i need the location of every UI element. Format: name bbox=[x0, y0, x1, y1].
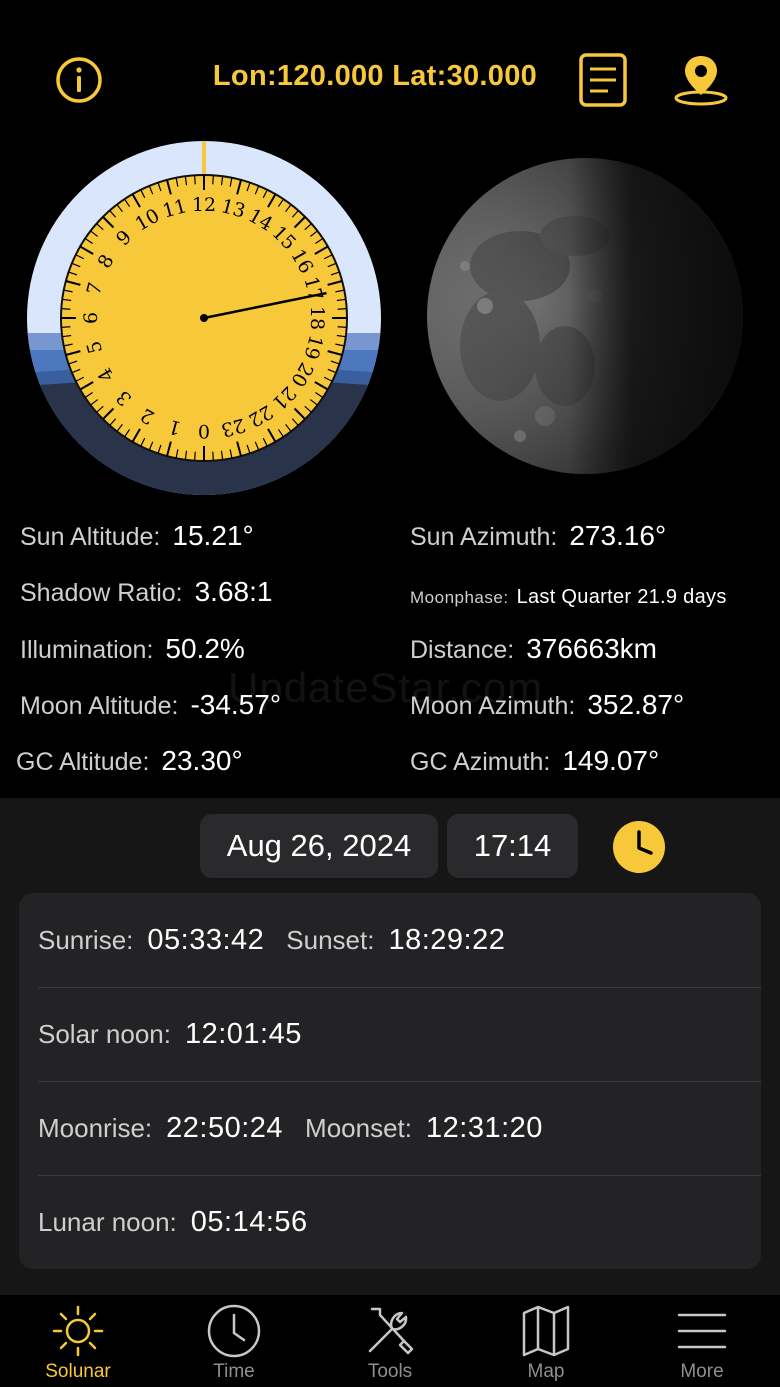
lunar-noon-label: Lunar noon: bbox=[38, 1206, 177, 1237]
dial-tick bbox=[61, 326, 71, 328]
moon-azimuth-value: 352.87° bbox=[587, 689, 685, 720]
dial-hour-label: 18 bbox=[306, 306, 328, 330]
sun-altitude-value: 15.21° bbox=[172, 520, 254, 551]
gc-azimuth-row: GC Azimuth: 149.07° bbox=[410, 745, 659, 777]
sun-altitude-row: Sun Altitude: 15.21° bbox=[20, 520, 254, 552]
tab-tools-label: Tools bbox=[367, 1361, 413, 1382]
moon-image bbox=[425, 156, 745, 476]
tab-solunar-label: Solunar bbox=[45, 1361, 111, 1382]
sunset-label: Sunset: bbox=[286, 924, 375, 955]
gc-altitude-value: 23.30° bbox=[161, 745, 243, 776]
sunrise-value: 05:33:42 bbox=[147, 923, 265, 956]
dial-hour-label: 0 bbox=[198, 420, 210, 442]
dial-tick bbox=[194, 451, 196, 461]
moon-phase-icon bbox=[427, 158, 743, 474]
moon-altitude-label: Moon Altitude: bbox=[20, 692, 179, 720]
watermark: UpdateStar.com bbox=[228, 664, 544, 711]
gc-azimuth-value: 149.07° bbox=[562, 745, 660, 776]
rise-set-card: Sunrise: 05:33:42 Sunset: 18:29:22 Solar… bbox=[19, 893, 761, 1269]
illumination-label: Illumination: bbox=[20, 636, 154, 664]
notes-button[interactable] bbox=[578, 52, 628, 108]
dial-tick bbox=[212, 175, 214, 185]
tab-solunar[interactable]: Solunar bbox=[0, 1295, 156, 1387]
gc-altitude-row: GC Altitude: 23.30° bbox=[16, 745, 243, 777]
tools-icon bbox=[368, 1307, 414, 1355]
illumination-row: Illumination: 50.2% bbox=[20, 633, 245, 665]
sun-azimuth-value: 273.16° bbox=[569, 520, 667, 551]
tab-time[interactable]: Time bbox=[156, 1295, 312, 1387]
tab-map-label: Map bbox=[527, 1361, 565, 1382]
clock-icon bbox=[207, 1304, 261, 1358]
coordinates-label[interactable]: Lon:120.000 Lat:30.000 bbox=[190, 60, 560, 93]
distance-label: Distance: bbox=[410, 636, 515, 664]
date-picker[interactable]: Aug 26, 2024 bbox=[200, 814, 438, 878]
dial-tick bbox=[194, 175, 196, 185]
clock-icon bbox=[613, 821, 665, 873]
moonphase-value: Last Quarter 21.9 days bbox=[516, 586, 727, 608]
dial-tick bbox=[212, 451, 214, 461]
info-circle-icon bbox=[56, 57, 102, 103]
solar-noon-label: Solar noon: bbox=[38, 1018, 171, 1049]
shadow-ratio-label: Shadow Ratio: bbox=[20, 579, 183, 607]
moonrise-label: Moonrise: bbox=[38, 1112, 153, 1143]
lunar-noon-value: 05:14:56 bbox=[190, 1205, 308, 1238]
info-button[interactable] bbox=[55, 56, 103, 104]
hand-pivot bbox=[200, 314, 208, 322]
dial-tick bbox=[337, 308, 347, 310]
map-icon bbox=[522, 1305, 570, 1357]
shadow-ratio-row: Shadow Ratio: 3.68:1 bbox=[20, 576, 272, 608]
sun-rise-set-row: Sunrise: 05:33:42 Sunset: 18:29:22 bbox=[38, 893, 527, 987]
tab-time-label: Time bbox=[213, 1361, 255, 1382]
times-panel: Aug 26, 2024 17:14 Sunrise: 05:33:42 Sun… bbox=[0, 798, 780, 1295]
dial-tick bbox=[61, 308, 71, 310]
illumination-value: 50.2% bbox=[165, 633, 245, 664]
gc-altitude-label: GC Altitude: bbox=[16, 748, 150, 776]
current-time-marker bbox=[202, 141, 206, 177]
menu-icon bbox=[677, 1313, 727, 1349]
moonphase-row: Moonphase: Last Quarter 21.9 days bbox=[410, 581, 727, 610]
tab-map[interactable]: Map bbox=[468, 1295, 624, 1387]
sunset-value: 18:29:22 bbox=[388, 923, 506, 956]
moonset-value: 12:31:20 bbox=[426, 1111, 543, 1144]
tab-tools[interactable]: Tools bbox=[312, 1295, 468, 1387]
now-button[interactable] bbox=[612, 820, 666, 874]
solar-noon-value: 12:01:45 bbox=[184, 1017, 302, 1050]
gc-azimuth-label: GC Azimuth: bbox=[410, 748, 551, 776]
tab-more[interactable]: More bbox=[624, 1295, 780, 1387]
sun-azimuth-label: Sun Azimuth: bbox=[410, 523, 558, 551]
map-pin-icon bbox=[674, 56, 728, 106]
lunar-noon-row: Lunar noon: 05:14:56 bbox=[38, 1175, 330, 1269]
dial-hour-label: 12 bbox=[192, 194, 216, 216]
sun-icon bbox=[52, 1305, 104, 1357]
distance-value: 376663km bbox=[526, 633, 657, 664]
sun-azimuth-row: Sun Azimuth: 273.16° bbox=[410, 520, 666, 552]
document-list-icon bbox=[579, 53, 627, 107]
sun-altitude-label: Sun Altitude: bbox=[20, 523, 161, 551]
dial-hour-label: 6 bbox=[80, 312, 102, 324]
solar-noon-row: Solar noon: 12:01:45 bbox=[38, 987, 324, 1081]
tab-bar: Solunar Time Tools Map More bbox=[0, 1295, 780, 1387]
moonphase-label: Moonphase: bbox=[410, 588, 509, 607]
dial-tick bbox=[337, 326, 347, 328]
moon-rise-set-row: Moonrise: 22:50:24 Moonset: 12:31:20 bbox=[38, 1081, 565, 1175]
tab-more-label: More bbox=[680, 1361, 724, 1382]
sunrise-label: Sunrise: bbox=[38, 924, 134, 955]
moonset-label: Moonset: bbox=[305, 1112, 412, 1143]
distance-row: Distance: 376663km bbox=[410, 633, 657, 665]
moonrise-value: 22:50:24 bbox=[166, 1111, 284, 1144]
sun-dial: 0 1 2 3 4 5 6 7 8 9 10 11 12 13 14 15 16 17 18 19 20 21 22 23 bbox=[24, 138, 384, 498]
shadow-ratio-value: 3.68:1 bbox=[194, 576, 273, 607]
location-button[interactable] bbox=[672, 52, 730, 108]
time-picker[interactable]: 17:14 bbox=[447, 814, 578, 878]
